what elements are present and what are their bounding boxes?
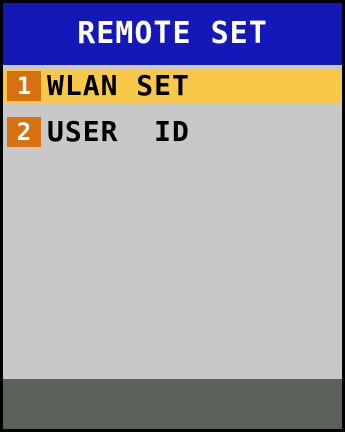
device-screen: REMOTE SET 1 WLAN SET 2 USER ID bbox=[0, 0, 345, 432]
menu-item-label: WLAN SET bbox=[47, 69, 190, 102]
menu-item-label: USER ID bbox=[47, 115, 190, 148]
menu-item-user-id[interactable]: 2 USER ID bbox=[3, 115, 342, 149]
screen-title: REMOTE SET bbox=[77, 16, 268, 51]
title-bar: REMOTE SET bbox=[3, 3, 342, 65]
menu-number-badge: 2 bbox=[7, 117, 41, 147]
menu-number-badge: 1 bbox=[7, 71, 41, 101]
soft-key-bar bbox=[3, 379, 342, 429]
menu-item-wlan-set[interactable]: 1 WLAN SET bbox=[3, 69, 342, 103]
